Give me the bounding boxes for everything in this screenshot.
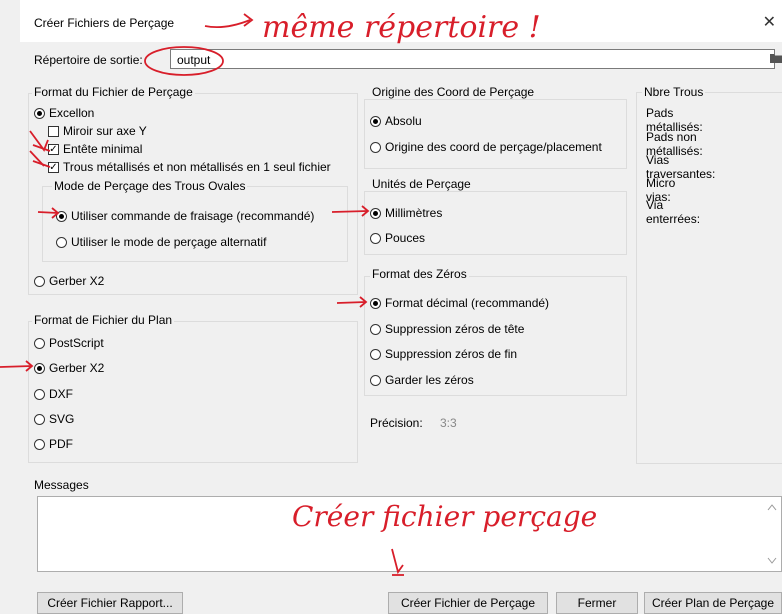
radio-svg-label: SVG: [49, 412, 75, 426]
folder-icon[interactable]: [770, 52, 782, 64]
radio-millimeters-label: Millimètres: [385, 206, 443, 220]
check-minimal-header[interactable]: ✓ Entête minimal: [48, 142, 142, 156]
radio-decimal-label: Format décimal (recommandé): [385, 296, 550, 310]
radio-inches-label: Pouces: [385, 231, 426, 245]
radio-suppress-trailing[interactable]: Suppression zéros de fin: [370, 347, 517, 361]
precision-label: Précision:: [370, 416, 423, 430]
radio-gerber-drill-label: Gerber X2: [49, 274, 105, 288]
close-icon[interactable]: ✕: [763, 12, 776, 32]
create-drill-map-button[interactable]: Créer Plan de Perçage: [644, 592, 782, 614]
radio-keep-zeros[interactable]: Garder les zéros: [370, 373, 474, 387]
origin-title: Origine des Coord de Perçage: [370, 85, 537, 99]
units-group: [364, 191, 627, 255]
radio-routing-label: Utiliser commande de fraisage (recommand…: [71, 209, 315, 223]
radio-suppress-trailing-label: Suppression zéros de fin: [385, 347, 518, 361]
radio-alt-drill-label: Utiliser le mode de perçage alternatif: [71, 235, 267, 249]
check-mirror-y[interactable]: Miroir sur axe Y: [48, 124, 147, 138]
output-dir-input[interactable]: output: [170, 49, 775, 69]
annotation-same-dir: même répertoire !: [262, 10, 541, 45]
radio-decimal[interactable]: Format décimal (recommandé): [370, 296, 549, 310]
radio-millimeters[interactable]: Millimètres: [370, 206, 442, 220]
radio-inches[interactable]: Pouces: [370, 231, 425, 245]
units-title: Unités de Perçage: [370, 177, 473, 191]
check-merge-label: Trous métallisés et non métallisés en 1 …: [63, 160, 331, 174]
radio-absolute-label: Absolu: [385, 114, 422, 128]
radio-excellon[interactable]: Excellon: [34, 106, 94, 120]
origin-group: [364, 99, 627, 169]
radio-dxf-label: DXF: [49, 387, 73, 401]
radio-suppress-leading-label: Suppression zéros de tête: [385, 322, 525, 336]
hole-row-label: Via enterrées:: [646, 198, 701, 226]
oval-holes-title: Mode de Perçage des Trous Ovales: [52, 179, 248, 193]
radio-aux-origin-label: Origine des coord de perçage/placement: [385, 140, 602, 154]
radio-suppress-leading[interactable]: Suppression zéros de tête: [370, 322, 524, 336]
radio-postscript[interactable]: PostScript: [34, 336, 104, 350]
messages-label: Messages: [34, 478, 89, 492]
radio-postscript-label: PostScript: [49, 336, 104, 350]
window-title: Créer Fichiers de Perçage: [34, 16, 175, 30]
annotation-create-file: Créer fichier perçage: [292, 500, 598, 533]
check-minimal-header-label: Entête minimal: [63, 142, 143, 156]
radio-pdf[interactable]: PDF: [34, 437, 73, 451]
check-mirror-y-label: Miroir sur axe Y: [63, 124, 147, 138]
zeros-title: Format des Zéros: [370, 267, 469, 281]
radio-routing[interactable]: Utiliser commande de fraisage (recommand…: [56, 209, 314, 223]
radio-map-gerber-label: Gerber X2: [49, 361, 105, 375]
radio-dxf[interactable]: DXF: [34, 387, 73, 401]
scroll-up-icon[interactable]: [767, 503, 777, 511]
scroll-down-icon[interactable]: [767, 557, 777, 565]
precision-value: 3:3: [440, 416, 457, 430]
close-button[interactable]: Fermer: [556, 592, 638, 614]
check-merge-pth-npth[interactable]: ✓ Trous métallisés et non métallisés en 1…: [48, 160, 331, 174]
output-dir-value: output: [177, 53, 211, 67]
radio-alt-drill[interactable]: Utiliser le mode de perçage alternatif: [56, 235, 266, 249]
radio-svg[interactable]: SVG: [34, 412, 74, 426]
radio-absolute[interactable]: Absolu: [370, 114, 422, 128]
map-format-title: Format de Fichier du Plan: [32, 313, 175, 327]
radio-aux-origin[interactable]: Origine des coord de perçage/placement: [370, 140, 602, 154]
drill-file-format-title: Format du Fichier de Perçage: [32, 85, 195, 99]
hole-count-title: Nbre Trous: [642, 85, 706, 99]
radio-gerber-drill[interactable]: Gerber X2: [34, 274, 104, 288]
oval-holes-group: [42, 186, 348, 262]
radio-map-gerber[interactable]: Gerber X2: [34, 361, 104, 375]
output-dir-label: Répertoire de sortie:: [34, 53, 143, 67]
radio-keep-zeros-label: Garder les zéros: [385, 373, 474, 387]
create-report-button[interactable]: Créer Fichier Rapport...: [37, 592, 183, 614]
radio-excellon-label: Excellon: [49, 106, 95, 120]
create-drill-file-button[interactable]: Créer Fichier de Perçage: [388, 592, 548, 614]
radio-pdf-label: PDF: [49, 437, 73, 451]
